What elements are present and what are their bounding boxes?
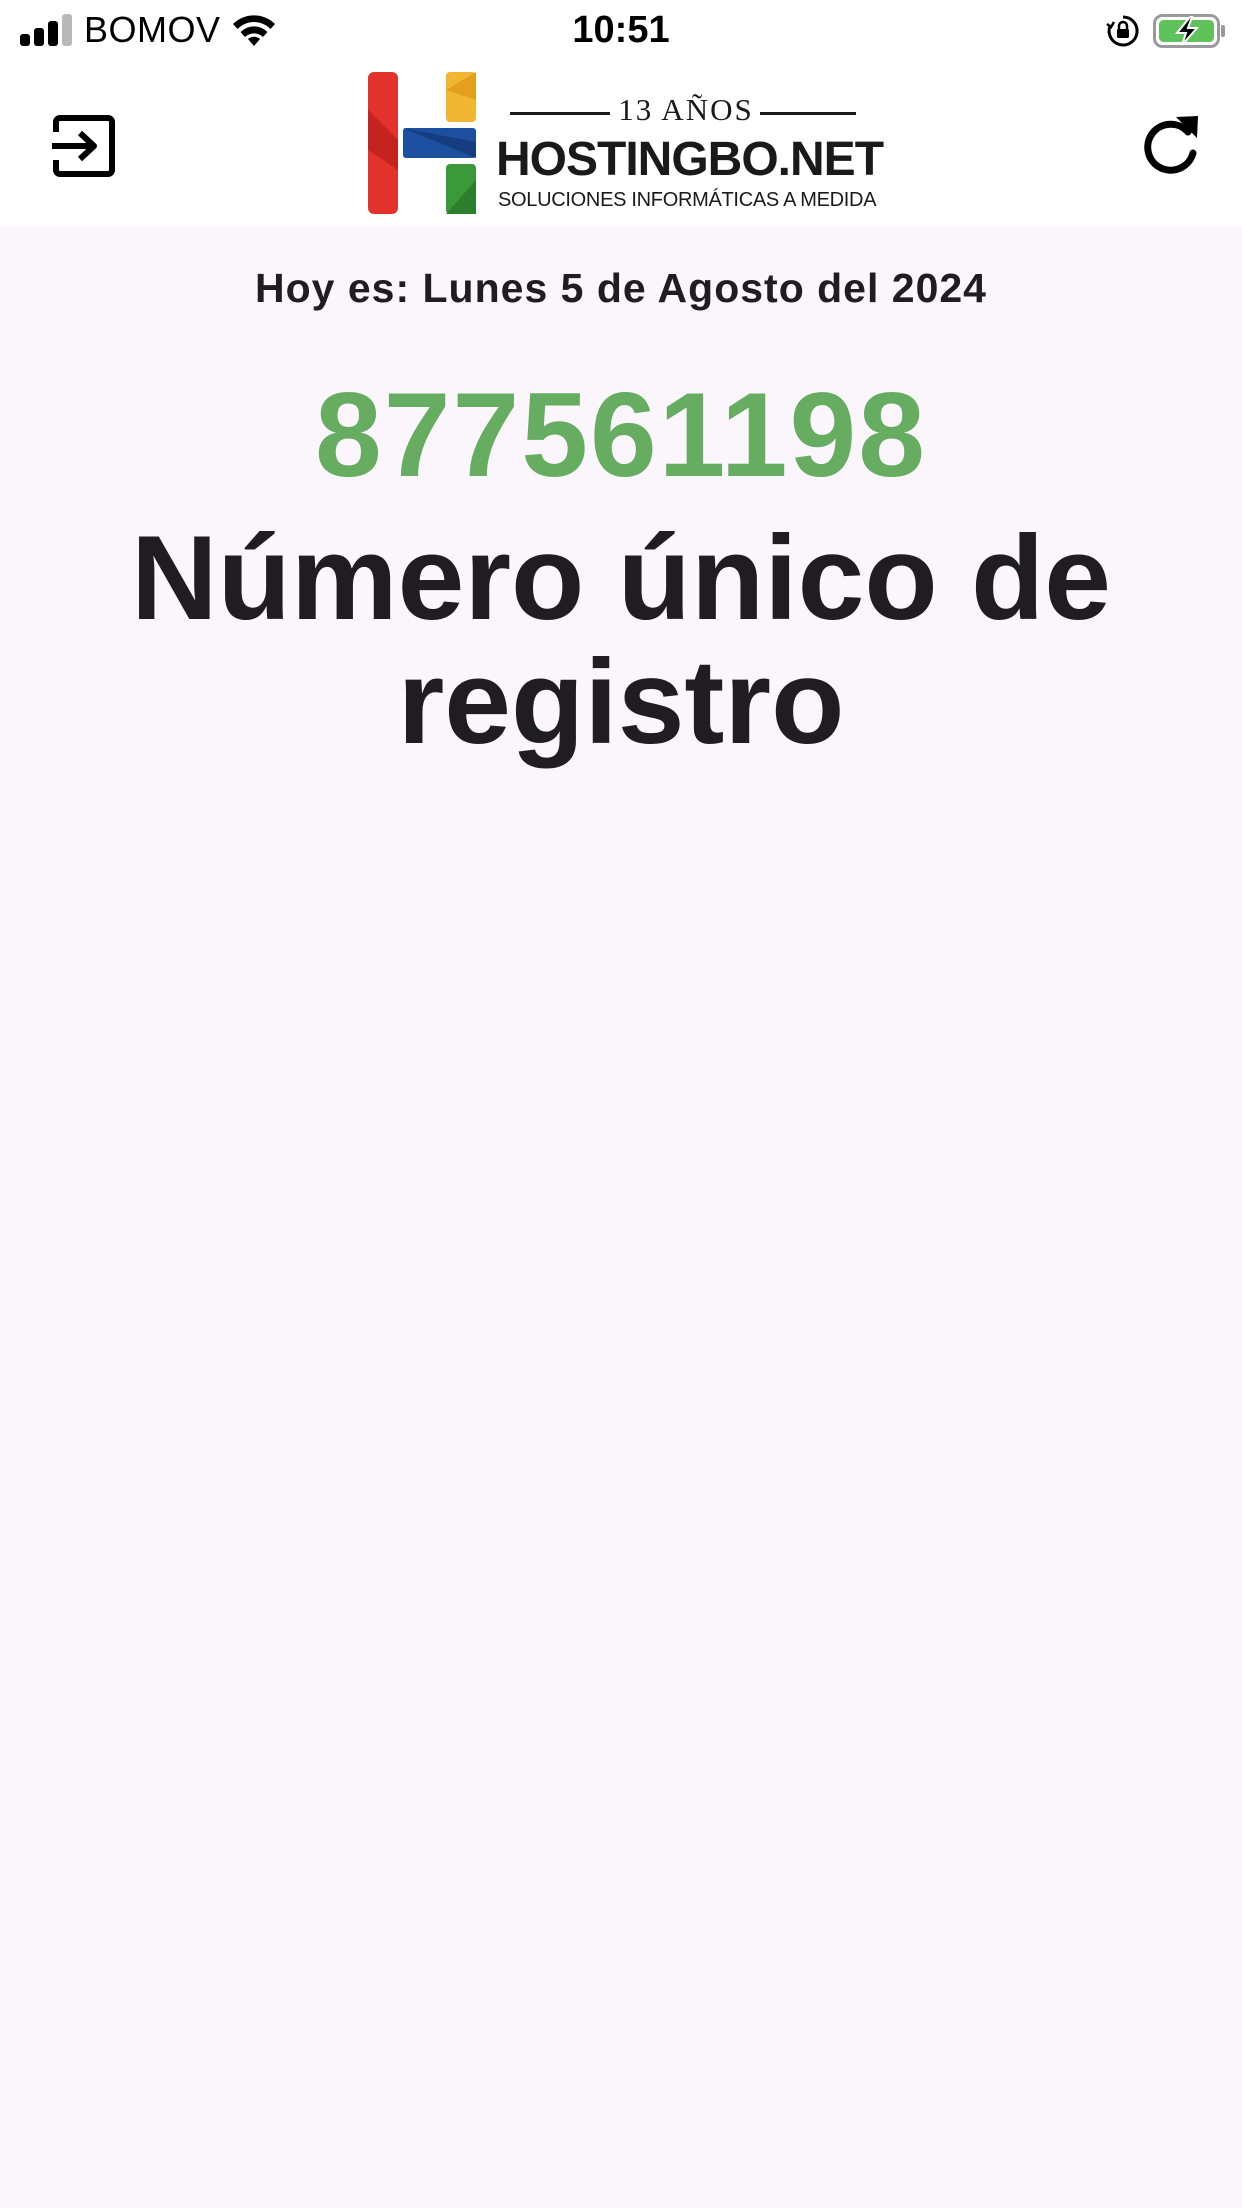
registration-label: Número único de registro xyxy=(130,511,1112,769)
logo-mark-icon xyxy=(368,72,476,214)
logo-name: HOSTINGBO.NET xyxy=(496,133,884,186)
current-date: Hoy es: Lunes 5 de Agosto del 2024 xyxy=(255,265,987,311)
logo-tagline: SOLUCIONES INFORMÁTICAS A MEDIDA xyxy=(498,189,877,211)
battery-charging-icon xyxy=(1153,14,1225,48)
refresh-icon[interactable] xyxy=(1138,112,1204,178)
rotation-lock-icon xyxy=(1106,15,1139,47)
logo-years: 13 AÑOS xyxy=(510,90,856,130)
exit-icon[interactable] xyxy=(50,112,118,180)
status-time: 10:51 xyxy=(572,9,670,51)
registration-number: 877561198 xyxy=(314,368,928,502)
logo-years-text: 13 AÑOS xyxy=(618,92,754,127)
app-header: 13 AÑOS HOSTINGBO.NET SOLUCIONES INFORMÁ… xyxy=(0,62,1242,226)
company-logo: 13 AÑOS HOSTINGBO.NET SOLUCIONES INFORMÁ… xyxy=(366,70,896,220)
status-bar: BOMOV 10:51 xyxy=(0,0,1242,62)
